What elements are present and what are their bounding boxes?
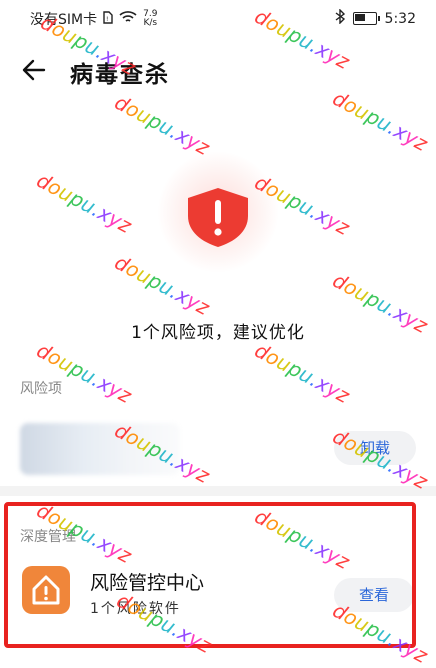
section-divider [0, 486, 436, 496]
header: 病毒查杀 [0, 48, 436, 92]
scan-summary: 1个风险项，建议优化 [131, 323, 305, 343]
svg-text:!: ! [106, 16, 108, 23]
shield-warning-icon [188, 188, 248, 247]
risk-app-blurred [20, 423, 180, 475]
carrier-text: 没有SIM卡 [30, 12, 98, 28]
battery-icon [352, 12, 380, 25]
page-title: 病毒查杀 [70, 62, 170, 88]
back-button[interactable] [20, 56, 48, 84]
status-right: 5:32 [335, 8, 416, 28]
wifi-icon [119, 10, 137, 28]
uninstall-button[interactable]: 卸载 [334, 431, 416, 465]
watermark-text: doupu.xyz [328, 86, 432, 156]
watermark-text: doupu.xyz [250, 338, 354, 408]
status-bar: 没有SIM卡 ! 7.9 K/s 5:32 [0, 0, 436, 34]
bluetooth-icon [335, 8, 345, 28]
risk-item-row: 卸载 [0, 418, 436, 480]
sim-icon: ! [103, 10, 113, 28]
clock: 5:32 [384, 10, 416, 27]
watermark-text: doupu.xyz [32, 168, 136, 238]
net-speed-unit: K/s [143, 18, 158, 28]
net-speed: 7.9 K/s [143, 10, 157, 28]
shield-glow [158, 152, 278, 272]
highlight-box [4, 502, 416, 648]
back-arrow-icon [22, 59, 46, 81]
status-left: 没有SIM卡 ! 7.9 K/s [30, 9, 157, 29]
watermark-text: doupu.xyz [110, 90, 214, 160]
risk-section-label: 风险项 [20, 381, 62, 397]
battery-fill [354, 14, 365, 21]
